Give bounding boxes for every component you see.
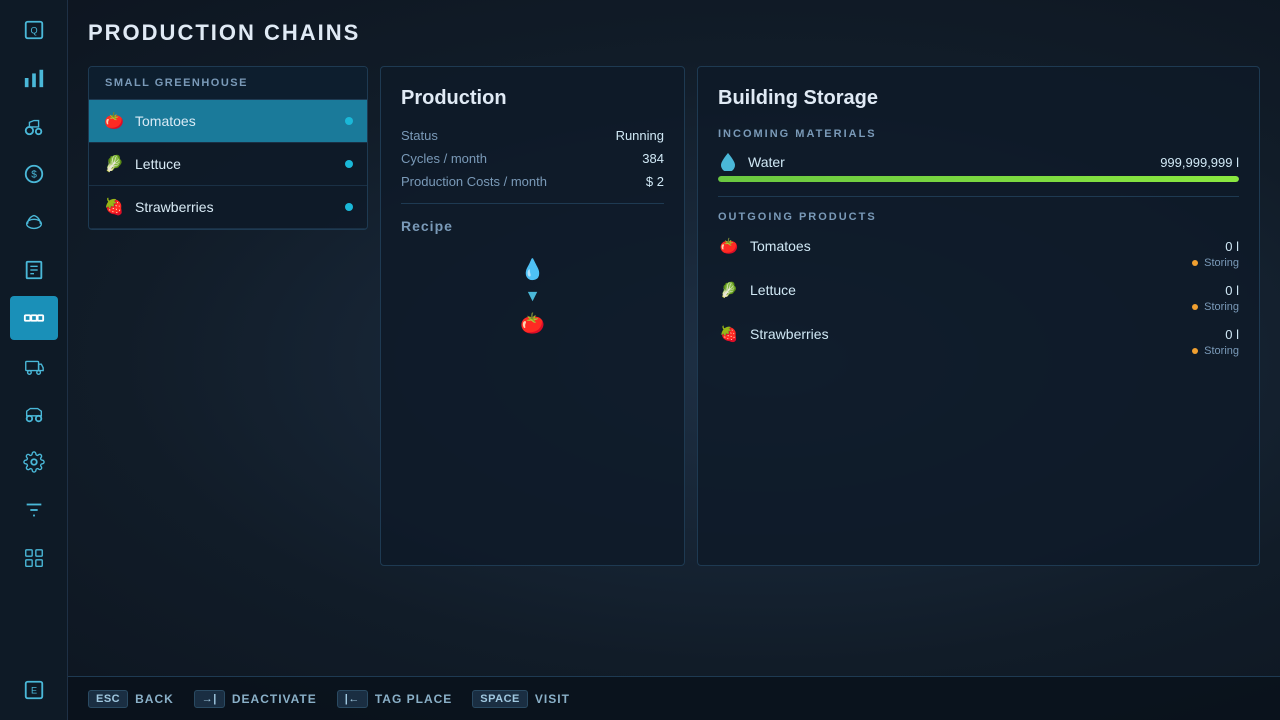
outgoing-strawberry-icon: 🍓 (718, 323, 740, 345)
svg-text:$: $ (31, 170, 37, 181)
outgoing-strawberries-row-top: 🍓 Strawberries 0 l (718, 323, 1239, 345)
bottom-bar: ESC BACK →| DEACTIVATE |← TAG PLACE SPAC… (68, 676, 1280, 720)
svg-text:E: E (30, 686, 36, 696)
hotkey-space-badge: SPACE (472, 690, 528, 708)
chain-item-label-tomatoes: Tomatoes (135, 113, 335, 129)
hotkey-tagplace-badge: |← (337, 690, 368, 708)
hotkey-tagplace[interactable]: |← TAG PLACE (337, 690, 453, 708)
outgoing-strawberry-value: 0 l (1209, 327, 1239, 342)
chain-panel-header: SMALL GREENHOUSE (89, 67, 367, 100)
outgoing-tomato-status: Storing (1204, 257, 1239, 269)
incoming-section-header: INCOMING MATERIALS (718, 128, 1239, 140)
outgoing-tomato-label: Tomatoes (750, 238, 1199, 254)
sidebar-icon-settings[interactable] (10, 440, 58, 484)
recipe-output-icon: 🍅 (520, 314, 545, 334)
stat-value-cycles: 384 (642, 151, 664, 166)
outgoing-lettuce-row-top: 🥬 Lettuce 0 l (718, 279, 1239, 301)
hotkey-esc-badge: ESC (88, 690, 128, 708)
storage-panel: Building Storage INCOMING MATERIALS Wate… (697, 66, 1260, 566)
outgoing-lettuce-row: 🥬 Lettuce 0 l Storing (718, 279, 1239, 313)
stat-value-costs: $ 2 (646, 174, 664, 189)
outgoing-lettuce-value: 0 l (1209, 283, 1239, 298)
outgoing-lettuce-dot (1192, 304, 1198, 310)
outgoing-lettuce-icon: 🥬 (718, 279, 740, 301)
chain-item-strawberries[interactable]: 🍓 Strawberries (89, 186, 367, 229)
stat-label-costs: Production Costs / month (401, 174, 547, 189)
sidebar-icon-stats[interactable] (10, 56, 58, 100)
hotkey-deactivate[interactable]: →| DEACTIVATE (194, 690, 317, 708)
panels-row: SMALL GREENHOUSE 🍅 Tomatoes 🥬 Lettuce 🍓 … (88, 66, 1260, 566)
incoming-water-row: Water 999,999,999 l (718, 152, 1239, 172)
chain-item-label-strawberries: Strawberries (135, 199, 335, 215)
hotkey-deactivate-label: DEACTIVATE (232, 692, 317, 706)
chain-item-dot-tomatoes (345, 117, 353, 125)
hotkey-back[interactable]: ESC BACK (88, 690, 174, 708)
production-stat-costs: Production Costs / month $ 2 (401, 174, 664, 189)
production-title: Production (401, 87, 664, 110)
chain-item-dot-strawberries (345, 203, 353, 211)
outgoing-strawberry-status: Storing (1204, 345, 1239, 357)
chain-item-lettuce[interactable]: 🥬 Lettuce (89, 143, 367, 186)
water-drop-icon (718, 152, 738, 172)
sidebar: Q $ E (0, 0, 68, 720)
water-progress-bar-container (718, 176, 1239, 182)
hotkey-deactivate-badge: →| (194, 690, 225, 708)
sidebar-icon-tractor[interactable] (10, 104, 58, 148)
outgoing-tomatoes-row-top: 🍅 Tomatoes 0 l (718, 235, 1239, 257)
outgoing-tomatoes-row: 🍅 Tomatoes 0 l Storing (718, 235, 1239, 269)
page-title: PRODUCTION CHAINS (88, 20, 1260, 46)
outgoing-strawberry-dot (1192, 348, 1198, 354)
production-divider (401, 203, 664, 204)
storage-title: Building Storage (718, 87, 1239, 110)
outgoing-tomato-status-row: Storing (718, 257, 1239, 269)
sidebar-icon-money[interactable]: $ (10, 152, 58, 196)
sidebar-icon-notes[interactable] (10, 248, 58, 292)
outgoing-strawberries-status-row: Storing (718, 345, 1239, 357)
sidebar-icon-chains[interactable] (10, 296, 58, 340)
outgoing-lettuce-label: Lettuce (750, 282, 1199, 298)
strawberry-icon: 🍓 (103, 196, 125, 218)
recipe-arrow-icon: ▼ (525, 288, 541, 306)
outgoing-strawberries-row: 🍓 Strawberries 0 l Storing (718, 323, 1239, 357)
tomato-icon: 🍅 (103, 110, 125, 132)
sidebar-icon-delivery[interactable] (10, 344, 58, 388)
chain-item-tomatoes[interactable]: 🍅 Tomatoes (89, 100, 367, 143)
sidebar-icon-filter[interactable] (10, 488, 58, 532)
recipe-title: Recipe (401, 218, 664, 234)
outgoing-strawberry-label: Strawberries (750, 326, 1199, 342)
water-progress-bar-fill (718, 176, 1239, 182)
sidebar-icon-e[interactable]: E (10, 668, 58, 712)
recipe-area: 💧 ▼ 🍅 (401, 250, 664, 334)
hotkey-visit[interactable]: SPACE VISIT (472, 690, 570, 708)
hotkey-tagplace-label: TAG PLACE (375, 692, 452, 706)
outgoing-lettuce-status: Storing (1204, 301, 1239, 313)
chain-item-dot-lettuce (345, 160, 353, 168)
incoming-water-label: Water (748, 154, 1139, 170)
sidebar-icon-q[interactable]: Q (10, 8, 58, 52)
hotkey-back-label: BACK (135, 692, 174, 706)
stat-label-status: Status (401, 128, 438, 143)
main-content: PRODUCTION CHAINS SMALL GREENHOUSE 🍅 Tom… (68, 0, 1280, 720)
production-stat-cycles: Cycles / month 384 (401, 151, 664, 166)
hotkey-visit-label: VISIT (535, 692, 570, 706)
sidebar-icon-vehicles[interactable] (10, 392, 58, 436)
lettuce-icon: 🥬 (103, 153, 125, 175)
chain-panel: SMALL GREENHOUSE 🍅 Tomatoes 🥬 Lettuce 🍓 … (88, 66, 368, 230)
storage-divider (718, 196, 1239, 197)
stat-value-status: Running (616, 128, 664, 143)
outgoing-tomato-value: 0 l (1209, 239, 1239, 254)
sidebar-icon-farm[interactable] (10, 200, 58, 244)
outgoing-lettuce-status-row: Storing (718, 301, 1239, 313)
production-panel: Production Status Running Cycles / month… (380, 66, 685, 566)
recipe-input-icon: 💧 (520, 260, 545, 280)
stat-label-cycles: Cycles / month (401, 151, 487, 166)
production-stat-status: Status Running (401, 128, 664, 143)
svg-text:Q: Q (30, 26, 37, 36)
outgoing-section-header: OUTGOING PRODUCTS (718, 211, 1239, 223)
incoming-water-value: 999,999,999 l (1149, 155, 1239, 170)
outgoing-tomato-dot (1192, 260, 1198, 266)
sidebar-icon-grid[interactable] (10, 536, 58, 580)
chain-item-label-lettuce: Lettuce (135, 156, 335, 172)
outgoing-tomato-icon: 🍅 (718, 235, 740, 257)
